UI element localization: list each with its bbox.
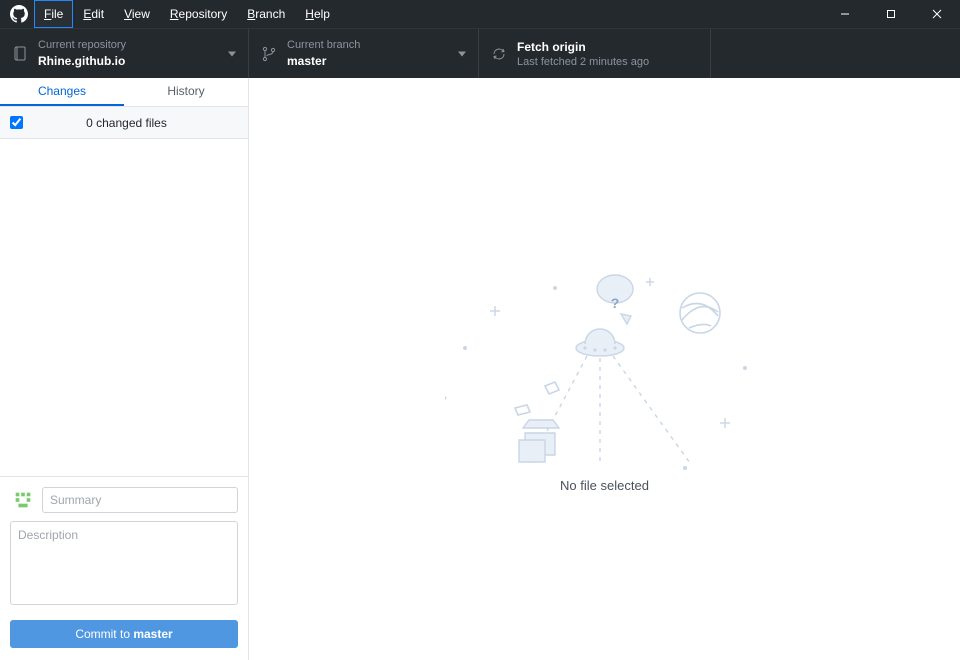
- commit-button[interactable]: Commit to master: [10, 620, 238, 648]
- close-button[interactable]: [914, 0, 960, 28]
- menu-repository[interactable]: Repository: [160, 0, 237, 28]
- commit-button-branch: master: [133, 627, 172, 641]
- menu-help[interactable]: Help: [295, 0, 340, 28]
- minimize-button[interactable]: [822, 0, 868, 28]
- branch-value: master: [287, 53, 360, 69]
- branch-label: Current branch: [287, 38, 360, 53]
- repo-icon: [12, 46, 28, 62]
- changes-header: 0 changed files: [0, 107, 248, 139]
- sidebar-tabs: Changes History: [0, 78, 248, 107]
- svg-text:?: ?: [610, 295, 619, 311]
- chevron-down-icon: [228, 51, 236, 56]
- maximize-button[interactable]: [868, 0, 914, 28]
- tab-changes[interactable]: Changes: [0, 78, 124, 106]
- empty-state-text: No file selected: [560, 478, 649, 493]
- sidebar: Changes History 0 changed files Commit t…: [0, 78, 249, 660]
- fetch-label: Fetch origin: [517, 39, 649, 55]
- toolbar: Current repository Rhine.github.io Curre…: [0, 28, 960, 78]
- current-repository-selector[interactable]: Current repository Rhine.github.io: [0, 29, 249, 78]
- menu-view[interactable]: View: [114, 0, 160, 28]
- repo-label: Current repository: [38, 38, 126, 53]
- select-all-checkbox[interactable]: [10, 116, 23, 129]
- commit-button-prefix: Commit to: [75, 627, 133, 641]
- menu-branch[interactable]: Branch: [237, 0, 295, 28]
- fetch-origin-button[interactable]: Fetch origin Last fetched 2 minutes ago: [479, 29, 711, 78]
- commit-area: Commit to master: [0, 476, 248, 660]
- repo-value: Rhine.github.io: [38, 53, 126, 69]
- main-panel: ? No file selected: [249, 78, 960, 660]
- window-controls: [822, 0, 960, 28]
- menu-edit[interactable]: Edit: [73, 0, 114, 28]
- tab-history[interactable]: History: [124, 78, 248, 106]
- current-branch-selector[interactable]: Current branch master: [249, 29, 479, 78]
- changed-files-count: 0 changed files: [33, 116, 220, 130]
- avatar-icon: [10, 487, 36, 513]
- fetch-sub: Last fetched 2 minutes ago: [517, 55, 649, 69]
- empty-state-illustration: ?: [445, 268, 765, 488]
- changes-list: [0, 139, 248, 476]
- branch-icon: [261, 46, 277, 62]
- description-input[interactable]: [10, 521, 238, 605]
- menu-file[interactable]: File: [34, 0, 73, 28]
- chevron-down-icon: [458, 51, 466, 56]
- github-logo-icon: [10, 5, 28, 23]
- menu-items: File Edit View Repository Branch Help: [34, 0, 340, 28]
- sync-icon: [491, 46, 507, 62]
- titlebar: File Edit View Repository Branch Help: [0, 0, 960, 28]
- summary-input[interactable]: [42, 487, 238, 513]
